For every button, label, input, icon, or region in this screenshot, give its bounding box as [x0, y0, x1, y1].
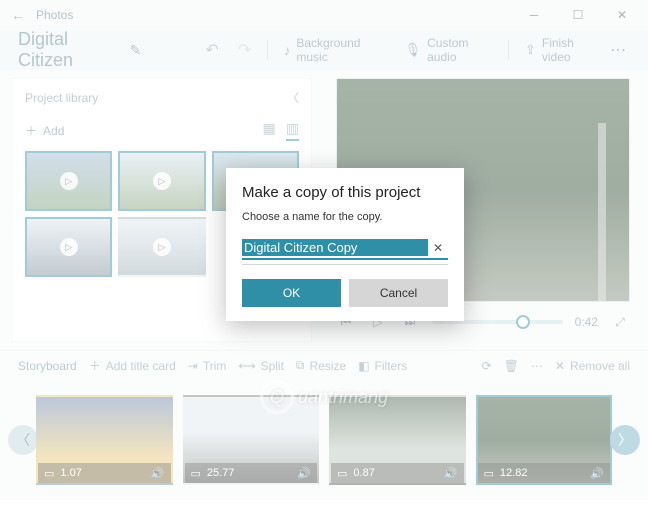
strip-prev-button[interactable]: 〈	[8, 425, 38, 455]
add-label: Add	[43, 124, 64, 138]
background-music-button[interactable]: ♪ Background music	[274, 36, 395, 64]
add-media-button[interactable]: ＋ Add	[25, 122, 64, 139]
playback-time: 0:42	[575, 315, 598, 329]
project-title: Digital Citizen	[18, 29, 118, 71]
filters-icon: ◧	[358, 359, 369, 373]
back-button[interactable]: ←	[4, 7, 32, 23]
custom-audio-button[interactable]: 🎙 Custom audio	[395, 36, 502, 64]
clip-duration: 1.07	[60, 467, 81, 479]
dialog-title: Make a copy of this project	[242, 184, 448, 201]
clip-duration: 25.77	[207, 467, 235, 479]
header-toolbar: Digital Citizen ✎ ↶ ↷ ♪ Background music…	[0, 30, 648, 70]
play-icon: ▷	[153, 172, 171, 190]
library-thumb[interactable]: ▷	[118, 151, 205, 211]
play-icon: ▷	[60, 172, 78, 190]
resize-button[interactable]: ⧉Resize	[296, 358, 346, 373]
delete-clip-button[interactable]: 🗑	[504, 359, 519, 373]
more-button[interactable]: ⋯	[608, 40, 630, 60]
aspect-icon: ▭	[484, 467, 494, 480]
trim-button[interactable]: ⇥Trim	[188, 359, 227, 373]
maximize-button[interactable]: ☐	[556, 0, 600, 30]
close-button[interactable]: ✕	[600, 0, 644, 30]
close-icon: ✕	[555, 359, 565, 373]
plus-icon: ＋	[25, 122, 37, 139]
redo-button[interactable]: ↷	[228, 40, 261, 60]
app-title: Photos	[36, 8, 73, 22]
background-music-label: Background music	[296, 36, 384, 64]
clear-input-icon[interactable]: ✕	[428, 241, 448, 255]
cancel-button[interactable]: Cancel	[349, 279, 448, 307]
storyboard-clip[interactable]: ▭ 1.07 🔊	[36, 395, 173, 485]
collapse-library-icon[interactable]: 〈	[287, 89, 299, 106]
add-title-card-button[interactable]: ＋Add title card	[89, 357, 176, 374]
plus-icon: ＋	[89, 357, 101, 374]
filters-button[interactable]: ◧Filters	[358, 359, 407, 373]
edit-title-icon[interactable]: ✎	[130, 42, 142, 59]
finish-video-button[interactable]: ⇪ Finish video	[515, 36, 608, 64]
aspect-icon: ▭	[44, 467, 54, 480]
ok-button[interactable]: OK	[242, 279, 341, 307]
aspect-icon: ▭	[191, 467, 201, 480]
storyboard-title: Storyboard	[18, 359, 77, 373]
library-thumb[interactable]: ▷	[118, 217, 205, 277]
trim-icon: ⇥	[188, 359, 198, 373]
dialog-subtitle: Choose a name for the copy.	[242, 211, 448, 223]
sound-icon: 🔊	[297, 467, 311, 480]
remove-all-button[interactable]: ✕Remove all	[555, 359, 630, 373]
view-small-icon[interactable]: ▥	[286, 120, 299, 141]
rotate-button[interactable]: ⟳	[482, 359, 492, 373]
copy-project-dialog: Make a copy of this project Choose a nam…	[226, 168, 464, 321]
undo-button[interactable]: ↶	[196, 40, 229, 60]
storyboard-more-button[interactable]: ⋯	[531, 359, 543, 373]
library-title: Project library	[25, 91, 98, 105]
sound-icon: 🔊	[151, 467, 165, 480]
clip-duration: 12.82	[500, 467, 528, 479]
minimize-button[interactable]: ─	[512, 0, 556, 30]
sound-icon: 🔊	[590, 467, 604, 480]
resize-icon: ⧉	[296, 358, 305, 373]
library-thumb[interactable]: ▷	[25, 217, 112, 277]
finish-video-label: Finish video	[542, 36, 598, 64]
audio-icon: 🎙	[405, 42, 422, 58]
titlebar: ← Photos ─ ☐ ✕	[0, 0, 648, 30]
storyboard-clip[interactable]: ▭ 12.82 🔊	[476, 395, 613, 485]
view-large-icon[interactable]: ▦	[263, 120, 276, 141]
music-icon: ♪	[284, 43, 291, 58]
seek-knob[interactable]	[516, 315, 530, 329]
custom-audio-label: Custom audio	[427, 36, 492, 64]
storyboard-clip[interactable]: ▭ 25.77 🔊	[183, 395, 320, 485]
copy-name-input[interactable]	[242, 239, 428, 256]
split-icon: ⟷	[238, 359, 255, 373]
play-icon: ▷	[60, 238, 78, 256]
storyboard-toolbar: Storyboard ＋Add title card ⇥Trim ⟷Split …	[0, 350, 648, 380]
storyboard-clip[interactable]: ▭ 0.87 🔊	[329, 395, 466, 485]
aspect-icon: ▭	[337, 467, 347, 480]
sound-icon: 🔊	[444, 467, 458, 480]
split-button[interactable]: ⟷Split	[238, 359, 284, 373]
library-thumb[interactable]: ▷	[25, 151, 112, 211]
export-icon: ⇪	[525, 42, 536, 58]
play-icon: ▷	[153, 238, 171, 256]
strip-next-button[interactable]: 〉	[610, 425, 640, 455]
storyboard-strip: 〈 ▭ 1.07 🔊 ▭ 25.77 🔊 ▭ 0.87 🔊 ▭ 12.82 🔊 〉	[0, 380, 648, 500]
fullscreen-button[interactable]: ⤢	[610, 315, 630, 330]
clip-duration: 0.87	[353, 467, 374, 479]
